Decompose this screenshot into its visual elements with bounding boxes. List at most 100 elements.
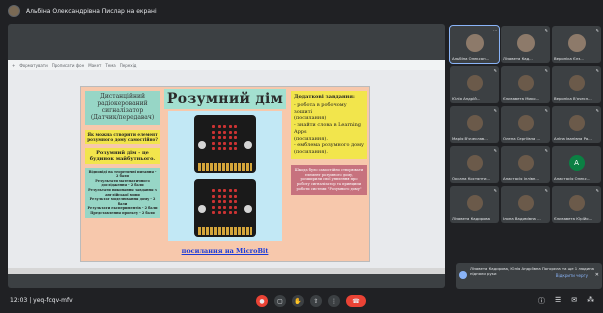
participant-tile[interactable]: ✎ Анастасія Іллівн... [501,146,550,183]
slide-middle-column: Розумний дім посилання на MicroBit [164,89,286,261]
participant-tile[interactable]: ✎ Аліна Іванівна Ра... [552,106,601,143]
participant-avatar [568,115,585,132]
microbit-board-image [194,115,256,173]
toolbar-item-theme[interactable]: Тема [105,63,115,68]
participant-tile[interactable]: ✎ Марія В'ячеслав... [450,106,499,143]
raised-hands-toast: Лізавета Кадирова, Юлія Андріївна Погорє… [456,263,602,289]
presenter-avatar [8,5,20,17]
info-icon[interactable]: ⓘ [538,296,545,306]
mic-off-icon: ✎ [493,68,497,73]
scores-box: Відповіді на теоретичні питання - 2 бали… [85,167,160,218]
sensor-title: Дистанційний радіокерований сигналізатор… [85,91,160,125]
participant-avatar [466,75,483,92]
mic-off-icon: ✎ [595,68,599,73]
participant-video [465,34,484,53]
participant-initial: А [568,155,585,172]
participant-avatar [517,75,534,92]
toolbar-item-layout[interactable]: Макет [88,63,101,68]
toolbar-item-background[interactable]: Прописати фон [52,63,85,68]
task-link[interactable]: (посилання). [294,149,364,156]
conclusion-note: Шкода було самостійно створювати елемент… [291,164,367,195]
task-line: - робота в робочому зошиті [294,101,347,115]
meeting-info: 12:03 | yeq-fcqv-mfv [10,297,73,304]
participant-tile[interactable]: ✎ Вероніка Єлз... [552,26,601,63]
camera-toggle-button[interactable]: ▢ [274,295,286,307]
presenter-banner: Альбіна Олександрівна Пислар на екрані [0,0,603,22]
participant-avatar [466,155,483,172]
horizontal-scrollbar[interactable] [8,268,445,274]
participant-video [516,34,535,53]
participant-tile[interactable]: ✎ Єлизавета Мико... [501,66,550,103]
tasks-title: Додаткові завдання: [294,94,355,100]
score-line: Результати математичного дослідження - 2… [95,178,150,188]
raised-hand-icon [459,271,467,279]
participant-avatar [517,155,534,172]
mic-toggle-button[interactable]: ● [256,295,268,307]
end-call-button[interactable]: ☎ [346,295,366,307]
task-line: - емблема розумного дому [294,142,364,149]
mic-off-icon: ✎ [544,68,548,73]
tasks-box: Додаткові завдання: - робота в робочому … [291,91,367,159]
open-queue-button[interactable]: Відкрити чергу [556,273,588,278]
microbit-board-image [194,179,256,237]
call-controls: ● ▢ ✋ ⇧ ⋮ ☎ [256,295,366,307]
score-line: Відповіді на теоретичні питання - 2 бали [88,169,157,179]
slide: Дистанційний радіокерований сигналізатор… [80,86,370,262]
participant-avatar [517,115,534,132]
question-box: Як можна створити елемент розумного дому… [85,129,160,144]
chat-icon[interactable]: ✉ [571,296,577,306]
participant-tile[interactable]: ✎ Ілона Вадимівна ... [501,186,550,223]
raise-hand-button[interactable]: ✋ [292,295,304,307]
participant-tile[interactable]: ✎ Вероніка В'ячесл... [552,66,601,103]
meeting-code: yeq-fcqv-mfv [33,297,73,304]
mic-off-icon: ✎ [544,28,548,33]
participant-tile[interactable]: ✎ Лізавета Кадирова [450,186,499,223]
participants-grid: ⋯ Альбіна Олексан... ✎ Лізавета Кад... ✎ Ве… [449,25,601,256]
task-link[interactable]: (посилання) [294,115,364,122]
participant-tile[interactable]: ✎ Юлія Андрій... [450,66,499,103]
presentation-stage: + Форматувати Прописати фон Макет Тема П… [8,24,445,288]
toolbar-item-transition[interactable]: Перехід [120,63,137,68]
participant-tile[interactable]: А Анастасія Олекс... [552,146,601,183]
microbit-link[interactable]: посилання на MicroBit [164,247,286,255]
slides-toolbar: + Форматувати Прописати фон Макет Тема П… [8,60,445,70]
slide-right-column: Додаткові завдання: - робота в робочому … [291,91,367,259]
clock-time: 12:03 [10,297,28,304]
mic-off-icon: ✎ [544,148,548,153]
score-line: Представлення проекту - 2 бали [90,210,155,215]
score-line: Результати виконання завдання з англійсь… [88,188,157,197]
activities-icon[interactable]: ⁂ [587,296,594,306]
separator: | [29,297,32,304]
toolbar-item-format[interactable]: Форматувати [19,63,47,68]
slide-title: Розумний дім [164,89,286,109]
task-line: - знайти слова в Learning Apps [294,122,362,135]
participant-tile[interactable]: ✎ Єлизавета Юрійо... [552,186,601,223]
microbit-images [168,111,282,241]
people-icon[interactable]: ☰ [555,296,561,306]
side-panel-icons: ⓘ ☰ ✉ ⁂ [538,296,594,306]
mic-off-icon: ✎ [595,28,599,33]
mic-off-icon: ✎ [544,188,548,193]
answer-box: Розумний дім - це будинок майбутнього. [85,147,160,164]
participant-avatar [466,195,483,212]
mic-off-icon: ✎ [544,108,548,113]
present-button[interactable]: ⇧ [310,295,322,307]
zoom-in-button[interactable]: + [12,63,15,68]
close-icon[interactable]: ✕ [595,272,599,279]
more-options-icon[interactable]: ⋯ [493,28,497,33]
participant-avatar [517,195,534,212]
participant-tile[interactable]: ⋯ Альбіна Олексан... [449,25,500,64]
mic-off-icon: ✎ [493,148,497,153]
participant-tile[interactable]: ✎ Лізавета Кад... [501,26,550,63]
mic-off-icon: ✎ [493,108,497,113]
more-options-button[interactable]: ⋮ [328,295,340,307]
mic-off-icon: ✎ [595,108,599,113]
participant-video [567,34,586,53]
participant-tile[interactable]: ✎ Олена Сергіївна ... [501,106,550,143]
mic-off-icon: ✎ [493,188,497,193]
participant-avatar [568,195,585,212]
participant-tile[interactable]: ✎ Оксана Костянти... [450,146,499,183]
participant-avatar [568,75,585,92]
slide-left-column: Дистанційний радіокерований сигналізатор… [85,91,160,259]
mic-off-icon: ✎ [595,188,599,193]
